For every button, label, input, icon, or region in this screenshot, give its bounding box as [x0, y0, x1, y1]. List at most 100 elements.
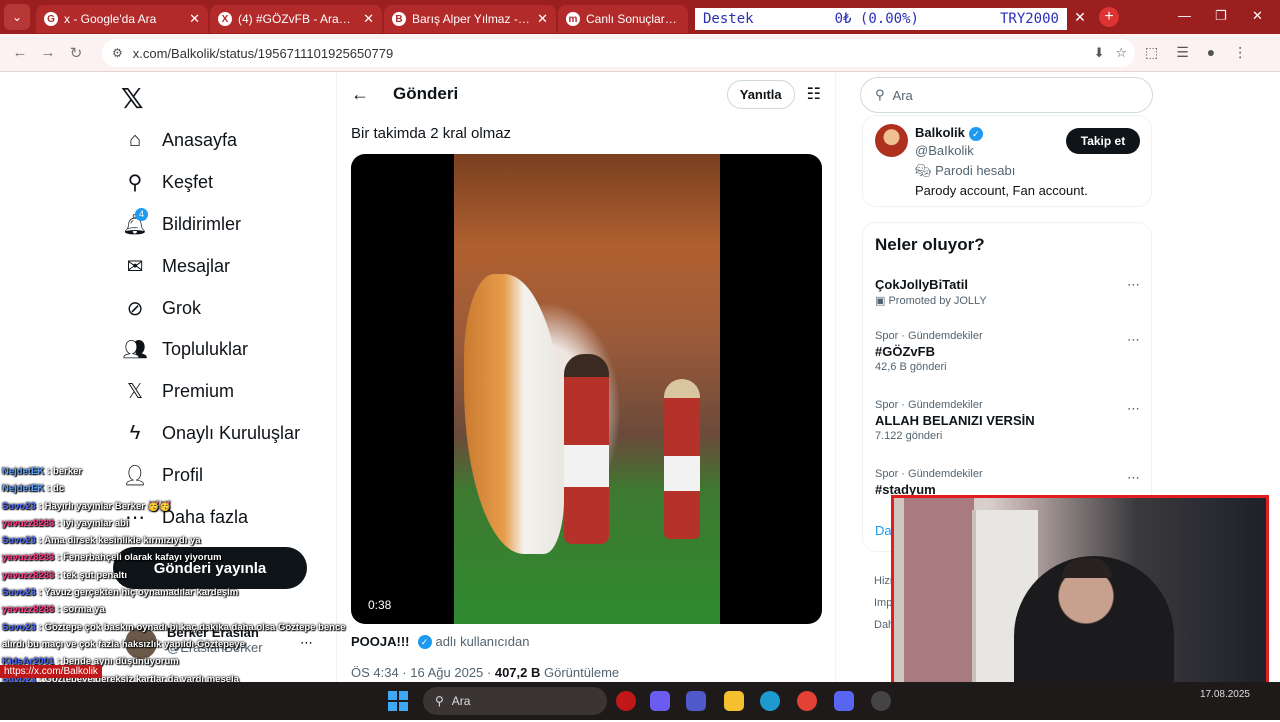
- menu-icon[interactable]: ⋮: [1233, 44, 1247, 61]
- trend-name: ÇokJollyBiTatil: [875, 277, 968, 292]
- nav-label: Grok: [162, 297, 202, 318]
- site-info-icon[interactable]: ⚙: [112, 46, 123, 60]
- copilot-icon[interactable]: [650, 691, 670, 711]
- close-icon[interactable]: ✕: [189, 11, 200, 27]
- avatar[interactable]: ●: [1207, 44, 1215, 61]
- overlay-amount: 0₺ (0.00%): [834, 11, 919, 27]
- chat-username: Suvo23: [2, 500, 36, 512]
- site-icon: B: [392, 12, 406, 26]
- more-icon[interactable]: ⋯: [1127, 277, 1140, 293]
- show-more-link[interactable]: Da: [875, 523, 892, 538]
- close-icon[interactable]: ✕: [537, 11, 548, 27]
- search-input[interactable]: ⚲ Ara: [860, 77, 1153, 113]
- nav-item-bildirimler[interactable]: 🔔︎ 4 Bildirimler: [121, 204, 300, 246]
- tab-title: Canlı Sonuçlar - İddaa: [586, 12, 680, 26]
- nav-item-grok[interactable]: ⊘ Grok: [121, 287, 300, 329]
- close-icon[interactable]: ✕: [1070, 8, 1090, 26]
- x-logo-icon[interactable]: 𝕏: [121, 82, 144, 115]
- chat-username: yavuzz8283: [2, 517, 55, 529]
- url-bar[interactable]: ⚙ x.com/Balkolik/status/1956711101925650…: [102, 39, 1135, 67]
- profile-card: Balkolik ✓ @BaIkolik 🎭︎ Parodi hesabı Par…: [862, 115, 1152, 207]
- reload-icon[interactable]: ↻: [62, 44, 90, 62]
- post-text: Bir takimda 2 kral olmaz: [351, 125, 512, 142]
- trend-item[interactable]: ÇokJollyBiTatil ▣ Promoted by JOLLY ⋯: [875, 275, 1140, 307]
- search-icon: ⚲: [875, 87, 885, 102]
- profile-bio: Parody account, Fan account.: [915, 183, 1088, 198]
- more-icon[interactable]: ⋯: [1127, 332, 1140, 348]
- more-icon[interactable]: ⋯: [1127, 401, 1140, 417]
- chat-message: yavuzz8283: tek şut penaltı: [2, 569, 127, 581]
- chat-message: Suvo23: Yavuz gerçekten hiç oynamadılar …: [2, 587, 239, 599]
- obs-icon[interactable]: [871, 691, 891, 711]
- video-player[interactable]: 0:38: [351, 154, 822, 624]
- more-icon[interactable]: ⋯: [1127, 470, 1140, 486]
- minimize-icon[interactable]: —: [1178, 8, 1191, 23]
- trend-name: #GÖZvFB: [875, 344, 935, 359]
- chat-message: Suvo23: Göztepe çok baskın oynadı bi kaç…: [2, 621, 346, 633]
- close-icon[interactable]: ✕: [363, 11, 374, 27]
- browser-tab[interactable]: X (4) #GÖZvFB - Arama / X ✕: [210, 5, 382, 33]
- tab-title: x - Google'da Ara: [64, 12, 157, 26]
- nav-item-premium[interactable]: 𝕏 Premium: [121, 371, 300, 413]
- taskbar-search-placeholder: Ara: [451, 694, 471, 708]
- trend-item[interactable]: Spor · Gündemdekiler ALLAH BELANIZI VERS…: [875, 399, 1140, 442]
- sidebar-icon[interactable]: ☰: [1176, 44, 1189, 61]
- overlay-left-text: Destek: [703, 11, 754, 27]
- nav-label: Onaylı Kuruluşlar: [162, 422, 301, 443]
- profile-name[interactable]: Balkolik ✓: [915, 125, 987, 141]
- taskbar-date: 17.08.2025: [1199, 689, 1250, 700]
- back-arrow-icon[interactable]: ←: [351, 84, 369, 105]
- bookmark-icon[interactable]: ⬇ ☆: [1094, 45, 1127, 61]
- home-icon: ⌂: [128, 129, 142, 152]
- browser-tab[interactable]: m Canlı Sonuçlar - İddaa: [558, 5, 688, 33]
- webcam-background: [904, 498, 974, 705]
- nav-item-mesajlar[interactable]: ✉ Mesajlar: [121, 245, 300, 287]
- opera-icon[interactable]: [616, 691, 636, 711]
- nav-item-onaylı-kuruluşlar[interactable]: ϟ Onaylı Kuruluşlar: [121, 413, 300, 455]
- chat-text: alırdı bu maçı ve çok fazla haksızlık ya…: [2, 638, 245, 650]
- extensions-icon[interactable]: ⬚: [1145, 44, 1158, 61]
- notification-badge: 4: [135, 207, 148, 221]
- new-tab-button[interactable]: +: [1099, 7, 1119, 27]
- tab-search-button[interactable]: ⌄: [4, 4, 30, 30]
- discord-icon[interactable]: [834, 691, 854, 711]
- avatar[interactable]: [875, 124, 908, 157]
- promoted-icon: ▣: [875, 295, 889, 307]
- webcam-overlay: [891, 495, 1269, 708]
- reply-button[interactable]: Yanıtla: [726, 79, 795, 109]
- trend-context: Spor · Gündemdekiler: [875, 468, 983, 480]
- settings-sliders-icon[interactable]: ☷: [807, 84, 821, 104]
- chat-message: Suvo23: Hayırlı yayınlar Berker 🥳🥳: [2, 500, 172, 512]
- windows-start-icon[interactable]: [388, 691, 408, 711]
- video-frame: [454, 154, 720, 624]
- chat-username: Suvo23: [2, 535, 36, 547]
- nav-item-keşfet[interactable]: ⚲ Keşfet: [121, 162, 300, 204]
- forward-icon[interactable]: →: [34, 44, 62, 61]
- chat-username: yavuzz8283: [2, 569, 55, 581]
- taskbar-search[interactable]: ⚲ Ara: [423, 687, 607, 715]
- nav-item-topluluklar[interactable]: 👥︎ Topluluklar: [121, 329, 300, 371]
- window-close-icon[interactable]: ✕: [1252, 8, 1263, 24]
- trend-item[interactable]: Spor · Gündemdekiler #GÖZvFB 42,6 B gönd…: [875, 330, 1140, 373]
- follow-button[interactable]: Takip et: [1066, 128, 1140, 154]
- chrome-icon[interactable]: [797, 691, 817, 711]
- chat-username: NejdetEK: [2, 483, 45, 495]
- nav-label: Keşfet: [162, 172, 214, 193]
- browser-tab[interactable]: B Barış Alper Yılmaz - Oyunc ✕: [384, 5, 556, 33]
- nav-label: Bildirimler: [162, 213, 242, 234]
- player-figure: [664, 379, 700, 539]
- chat-text: tek şut penaltı: [63, 569, 127, 581]
- trend-meta: 42,6 B gönderi: [875, 361, 947, 373]
- back-icon[interactable]: ←: [6, 44, 34, 61]
- chat-message: yavuzz8283: sorma ya: [2, 604, 105, 616]
- browser-tab[interactable]: G x - Google'da Ara ✕: [36, 5, 208, 33]
- page-title: Gönderi: [393, 84, 459, 103]
- chat-message: NejdetEK: dc: [2, 483, 65, 495]
- file-explorer-icon[interactable]: [724, 691, 744, 711]
- view-label: Görüntüleme: [544, 665, 620, 680]
- chat-username: yavuzz8283: [2, 552, 55, 564]
- edge-icon[interactable]: [760, 691, 780, 711]
- teams-icon[interactable]: [686, 691, 706, 711]
- nav-item-anasayfa[interactable]: ⌂ Anasayfa: [121, 120, 300, 162]
- maximize-icon[interactable]: ❐: [1215, 8, 1227, 24]
